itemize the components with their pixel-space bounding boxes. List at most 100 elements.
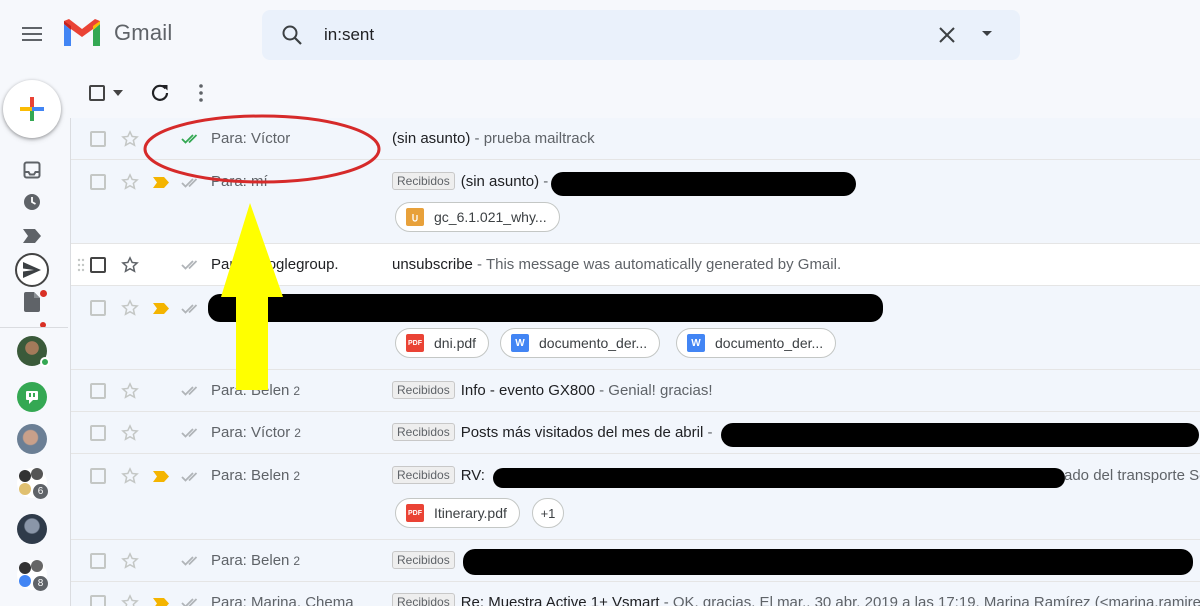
email-sender: Para: googlegroup.	[211, 256, 339, 273]
star-icon[interactable]	[121, 299, 139, 317]
email-row[interactable]: Para: Víctor (sin asunto) - prueba mailt…	[71, 118, 1200, 160]
group-member-icon	[31, 560, 43, 572]
email-content: Recibidos	[392, 551, 461, 570]
label-chip[interactable]: Recibidos	[392, 381, 455, 399]
email-subject: RV:	[460, 467, 485, 484]
star-icon[interactable]	[121, 130, 139, 148]
caret-down-icon[interactable]	[113, 90, 123, 96]
email-sender: Para: mí	[211, 173, 268, 190]
attachment-chip[interactable]: W documento_der...	[676, 328, 837, 358]
search-input[interactable]	[322, 22, 922, 48]
label-chip[interactable]: Recibidos	[392, 551, 455, 569]
group-avatar[interactable]: 8	[17, 560, 48, 591]
avatar[interactable]	[17, 514, 47, 544]
drag-handle-icon[interactable]	[77, 258, 85, 272]
attachment-chip[interactable]: PDF dni.pdf	[395, 328, 490, 358]
gmail-logo[interactable]: Gmail	[62, 18, 172, 48]
thread-count: 2	[293, 469, 301, 483]
row-checkbox[interactable]	[90, 468, 106, 484]
star-icon[interactable]	[121, 173, 139, 191]
group-avatar[interactable]: 6	[17, 468, 48, 499]
attachment-chip[interactable]: gc_6.1.021_why...	[395, 202, 560, 232]
search-icon[interactable]	[280, 23, 304, 47]
row-checkbox[interactable]	[90, 131, 106, 147]
online-status-dot	[40, 357, 50, 367]
star-icon[interactable]	[121, 594, 139, 606]
caret-down-icon[interactable]	[980, 29, 994, 39]
email-row[interactable]: Para: Belen 2 Recibidos	[71, 540, 1200, 582]
email-sender: Para: Víctor	[211, 130, 291, 147]
compose-button[interactable]	[3, 80, 61, 138]
email-content: unsubscribe - This message was automatic…	[392, 256, 841, 273]
file-icon	[406, 208, 424, 226]
group-member-icon	[31, 468, 43, 480]
label-chip[interactable]: Recibidos	[392, 593, 455, 606]
row-checkbox[interactable]	[90, 383, 106, 399]
read-receipt-icon	[181, 178, 198, 188]
more-attachments-chip[interactable]: +1	[532, 498, 564, 528]
read-receipt-icon	[181, 428, 198, 438]
read-receipt-icon	[181, 134, 198, 144]
redaction-mark	[463, 549, 1193, 575]
sent-nav[interactable]	[15, 253, 49, 287]
email-row[interactable]: Para: Marina, Chema Recibidos Re: Muestra…	[71, 582, 1200, 606]
drafts-nav[interactable]	[20, 290, 47, 314]
row-checkbox[interactable]	[90, 174, 106, 190]
attachment-chip[interactable]: PDF Itinerary.pdf	[395, 498, 520, 528]
row-checkbox[interactable]	[90, 257, 106, 273]
email-row[interactable]: Para: googlegroup. unsubscribe - This me…	[71, 244, 1200, 286]
email-sender: Para: Belen 2	[211, 467, 301, 484]
attachment-chip[interactable]: W documento_der...	[500, 328, 661, 358]
avatar[interactable]	[17, 424, 47, 454]
email-row[interactable]: Para: Víctor 2 Recibidos Posts más visitad…	[71, 412, 1200, 454]
label-chip[interactable]: Recibidos	[392, 423, 455, 441]
email-snippet: - prueba mailtrack	[470, 130, 595, 147]
importance-marker-icon[interactable]	[153, 598, 169, 606]
row-checkbox[interactable]	[90, 300, 106, 316]
email-sender: Para: Belen 2	[211, 382, 301, 399]
email-snippet: -	[703, 424, 713, 441]
inbox-nav[interactable]	[20, 158, 44, 182]
draft-icon	[24, 292, 40, 312]
row-checkbox[interactable]	[90, 553, 106, 569]
label-chip[interactable]: Recibidos	[392, 172, 455, 190]
email-content: (sin asunto) - prueba mailtrack	[392, 130, 595, 147]
importance-marker-icon[interactable]	[153, 471, 169, 482]
importance-marker-icon[interactable]	[153, 303, 169, 314]
main-menu-button[interactable]	[14, 16, 50, 52]
row-checkbox[interactable]	[90, 425, 106, 441]
email-row[interactable]: PDF dni.pdf W documento_der... W documen…	[71, 286, 1200, 370]
star-icon[interactable]	[121, 467, 139, 485]
email-row[interactable]: Para: Belen 2 Recibidos Info - evento GX80…	[71, 370, 1200, 412]
thread-count: 2	[293, 554, 301, 568]
star-icon[interactable]	[121, 552, 139, 570]
redaction-mark	[551, 172, 856, 196]
star-icon[interactable]	[121, 256, 139, 274]
top-bar: Gmail	[0, 0, 1200, 68]
important-nav[interactable]	[20, 224, 44, 248]
close-icon[interactable]	[937, 25, 957, 45]
email-snippet: - OK, gracias. El mar., 30 abr. 2019 a l…	[659, 594, 1200, 606]
email-content: Recibidos Info - evento GX800 - Genial! g…	[392, 381, 713, 400]
email-row[interactable]: Para: Belen 2 Recibidos RV: ado del transp…	[71, 454, 1200, 540]
star-icon[interactable]	[121, 382, 139, 400]
rail-divider	[0, 327, 68, 328]
star-icon[interactable]	[121, 424, 139, 442]
email-row[interactable]: Para: mí Recibidos (sin asunto) - gc_6.1.…	[71, 160, 1200, 244]
more-vert-icon[interactable]	[198, 83, 204, 103]
snoozed-nav[interactable]	[20, 190, 44, 214]
pdf-icon: PDF	[406, 504, 424, 522]
group-member-icon	[19, 483, 31, 495]
email-sender: Para: Marina, Chema	[211, 594, 354, 606]
importance-marker-icon[interactable]	[153, 177, 169, 188]
group-member-icon	[19, 575, 31, 587]
hangouts-avatar[interactable]	[17, 382, 47, 412]
select-all-checkbox[interactable]	[89, 85, 105, 101]
redaction-mark	[493, 468, 1065, 488]
refresh-icon[interactable]	[150, 83, 170, 103]
search-bar	[262, 10, 1020, 60]
word-doc-icon: W	[687, 334, 705, 352]
unread-dot	[40, 290, 47, 297]
label-chip[interactable]: Recibidos	[392, 466, 455, 484]
row-checkbox[interactable]	[90, 595, 106, 606]
